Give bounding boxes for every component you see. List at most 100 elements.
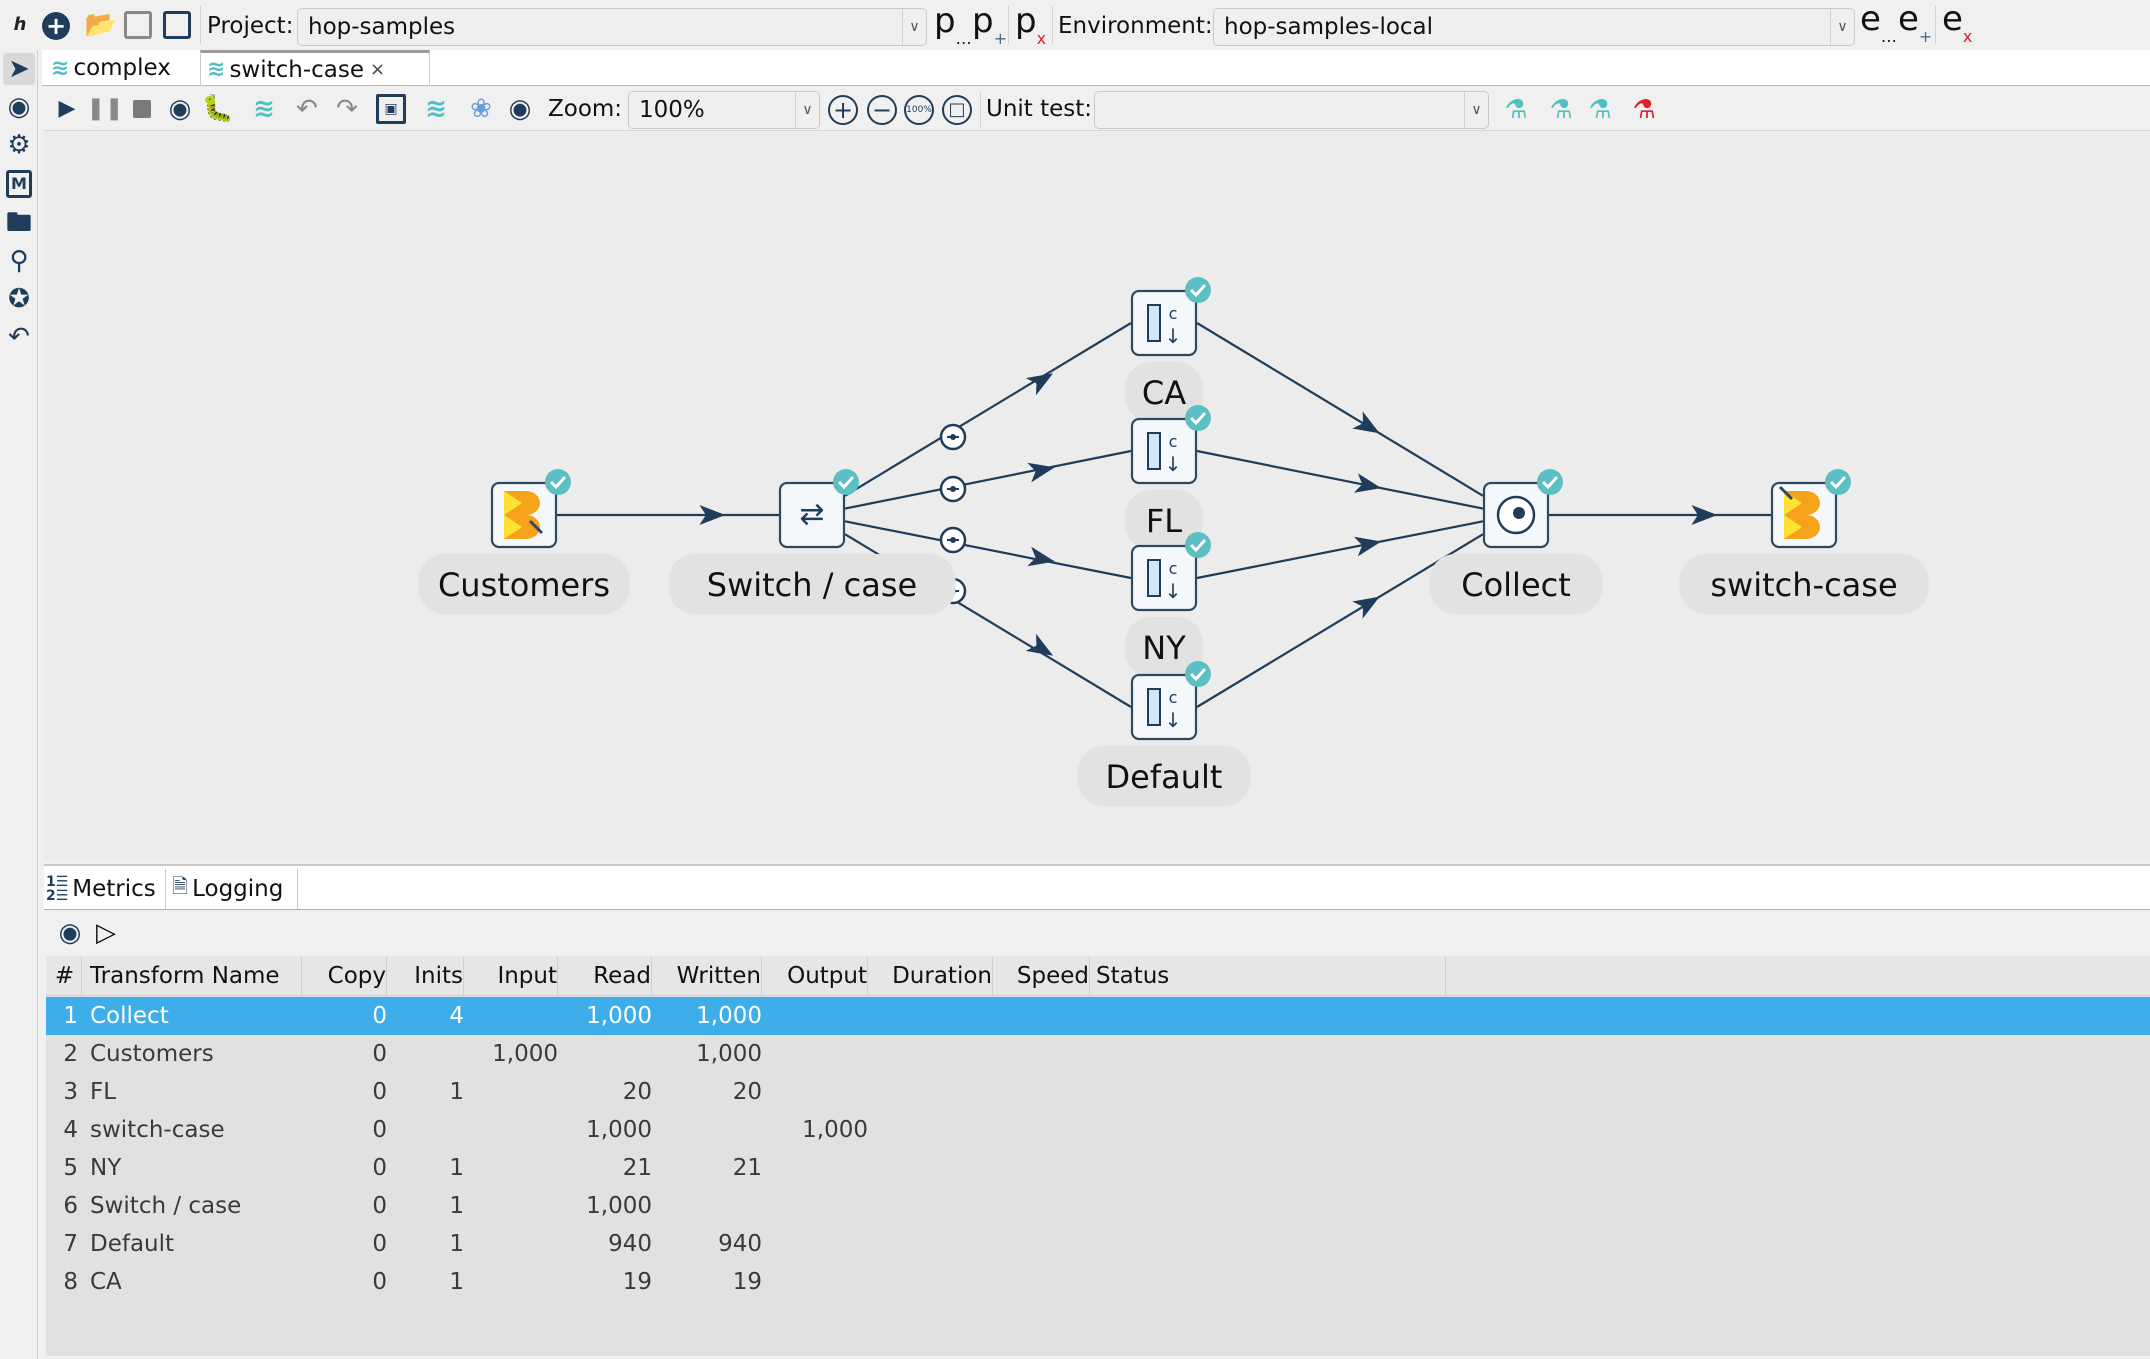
table-cell: NY (90, 1155, 122, 1181)
chevron-down-icon[interactable]: ∨ (795, 92, 819, 128)
column-header[interactable]: Input (464, 956, 558, 995)
close-tab-icon[interactable]: × (370, 59, 385, 80)
table-row[interactable]: 6 Switch / case 0 1 1,000 (46, 1187, 2150, 1225)
chevron-down-icon[interactable]: ∨ (1830, 9, 1854, 45)
environment-edit-icon[interactable]: e… (1860, 2, 1897, 44)
data-orchestration-perspective-icon[interactable]: ➤ (3, 53, 35, 85)
hop-ca-to-collect[interactable] (1196, 322, 1484, 497)
table-header[interactable]: # Transform Name Copy Inits Input Read Written… (46, 956, 2150, 996)
environment-select[interactable]: hop-samples-local ∨ (1213, 8, 1855, 46)
unit-test-delete-icon[interactable]: ⚗ (1628, 94, 1660, 126)
redo-icon[interactable]: ↷ (332, 94, 362, 124)
unit-test-select[interactable]: ∨ (1094, 91, 1489, 129)
unit-test-edit-icon[interactable]: ⚗ (1500, 94, 1532, 126)
table-cell (1096, 1149, 1446, 1187)
target-hop-icon[interactable] (939, 475, 967, 503)
plugin-icon[interactable]: ✪ (4, 284, 34, 314)
open-folder-icon[interactable]: 📂 (85, 10, 117, 40)
column-header[interactable]: Inits (387, 956, 464, 995)
column-header[interactable]: Status (1096, 956, 1446, 995)
transform-switch-case[interactable]: ⇄ Switch / case (668, 469, 956, 614)
transform-default[interactable]: c↓ Default (1077, 661, 1251, 806)
column-header[interactable]: Output (762, 956, 868, 995)
zoom-100-icon[interactable]: 100% (904, 95, 934, 125)
table-row[interactable]: 1 Collect 0 4 1,000 1,000 (46, 997, 2150, 1035)
hop-fl-to-collect[interactable] (1196, 449, 1484, 510)
location-pin-icon[interactable]: ◉ (505, 94, 535, 124)
column-header[interactable]: Read (558, 956, 652, 995)
align-grid-icon[interactable]: ▣ (376, 94, 406, 124)
tab-logging[interactable]: 🗎 Logging (168, 869, 298, 909)
save-as-icon[interactable] (163, 11, 191, 39)
table-cell (1096, 1111, 1446, 1149)
zoom-in-icon[interactable]: + (828, 95, 858, 125)
undo-icon[interactable]: ↶ (292, 94, 322, 124)
search-icon[interactable]: ⚲ (4, 246, 34, 276)
run-icon[interactable]: ▶ (52, 94, 82, 124)
show-eye-icon[interactable]: ◉ (54, 918, 86, 948)
check-pipeline-icon[interactable]: ≋ (248, 92, 280, 126)
project-select[interactable]: hop-samples ∨ (297, 8, 927, 46)
column-header[interactable]: # (48, 956, 82, 995)
transform-ny[interactable]: c↓ NY (1125, 532, 1211, 677)
hop-customers-to-switch-case[interactable] (557, 505, 779, 525)
impact-icon[interactable]: ❀ (466, 94, 496, 124)
target-hop-icon[interactable] (939, 423, 967, 451)
column-header[interactable]: Written (652, 956, 762, 995)
hop-collect-to-switch-case[interactable] (1549, 505, 1771, 525)
table-row[interactable]: 4 switch-case 0 1,000 1,000 (46, 1111, 2150, 1149)
debug-bug-icon[interactable]: 🐛 (202, 94, 234, 124)
column-header[interactable]: Speed (993, 956, 1090, 995)
zoom-fit-icon[interactable]: □ (942, 95, 972, 125)
column-header[interactable]: Duration (868, 956, 993, 995)
zoom-out-icon[interactable]: − (867, 95, 897, 125)
column-header[interactable]: Transform Name (86, 956, 302, 995)
gear-icon[interactable]: ⚙ (4, 130, 34, 160)
folder-icon[interactable]: 🖿 (4, 208, 34, 238)
project-delete-icon[interactable]: px (1015, 4, 1046, 46)
tab-metrics[interactable]: 1☰ 2☰ Metrics (46, 869, 166, 909)
project-edit-icon[interactable]: p… (934, 4, 972, 46)
unit-test-add-icon[interactable]: ⚗ (1545, 94, 1577, 126)
hop-logo-icon[interactable]: h (6, 10, 34, 40)
zoom-select[interactable]: 100% ∨ (628, 91, 820, 129)
metadata-icon[interactable]: M (6, 170, 32, 198)
transform-label: Collect (1461, 566, 1571, 604)
table-cell: CA (90, 1269, 122, 1295)
transform-customers[interactable]: Customers (418, 469, 630, 614)
table-cell (1096, 1225, 1446, 1263)
table-row[interactable]: 7 Default 0 1 940 940 (46, 1225, 2150, 1263)
target-hop-icon[interactable] (939, 526, 967, 554)
table-row[interactable]: 8 CA 0 1 19 19 (46, 1263, 2150, 1301)
table-row[interactable]: 3 FL 0 1 20 20 (46, 1073, 2150, 1111)
environment-delete-icon[interactable]: ex (1942, 2, 1972, 44)
hops-icon[interactable]: ≋ (421, 94, 451, 124)
tab-switch-case[interactable]: ≋ switch-case × (200, 50, 430, 86)
transform-switch-case[interactable]: switch-case (1679, 469, 1929, 614)
preview-eye-icon[interactable]: ◉ (165, 94, 195, 124)
chevron-down-icon[interactable]: ∨ (1464, 92, 1488, 128)
git-icon[interactable]: ↶ (4, 322, 34, 352)
pipeline-graph[interactable]: Customers ⇄Switch / case c↓CAc↓FLc↓NYc↓Def… (44, 131, 2150, 862)
transform-collect[interactable]: Collect (1429, 469, 1603, 614)
hop-switch-case-to-fl[interactable] (844, 449, 1132, 510)
location-pin-icon[interactable]: ◉ (4, 92, 34, 122)
column-header[interactable]: Copy (302, 956, 387, 995)
unit-test-download-icon[interactable]: ⚗ (1584, 94, 1616, 126)
tab-complex[interactable]: ≋ complex (45, 50, 199, 86)
save-icon[interactable] (124, 11, 152, 39)
pipeline-canvas[interactable]: Customers ⇄ Switch / case c ↓ CA c ↓ FL c ↓ NY c ↓ Def… (44, 130, 2150, 861)
table-row[interactable]: 2 Customers 0 1,000 1,000 (46, 1035, 2150, 1073)
table-cell: 940 (718, 1231, 762, 1257)
transform-graph-icon[interactable]: ▷ (92, 918, 120, 948)
project-add-icon[interactable]: p+ (972, 4, 1007, 46)
transform-fl[interactable]: c↓ FL (1125, 405, 1211, 550)
hop-switch-case-to-ca[interactable] (844, 322, 1132, 497)
transform-ca[interactable]: c↓ CA (1125, 277, 1211, 422)
stop-icon[interactable] (133, 100, 151, 118)
new-file-icon[interactable]: + (42, 12, 70, 40)
table-row[interactable]: 5 NY 0 1 21 21 (46, 1149, 2150, 1187)
chevron-down-icon[interactable]: ∨ (902, 9, 926, 45)
pause-icon[interactable]: ❚❚ (87, 94, 124, 124)
environment-add-icon[interactable]: e+ (1898, 2, 1932, 44)
